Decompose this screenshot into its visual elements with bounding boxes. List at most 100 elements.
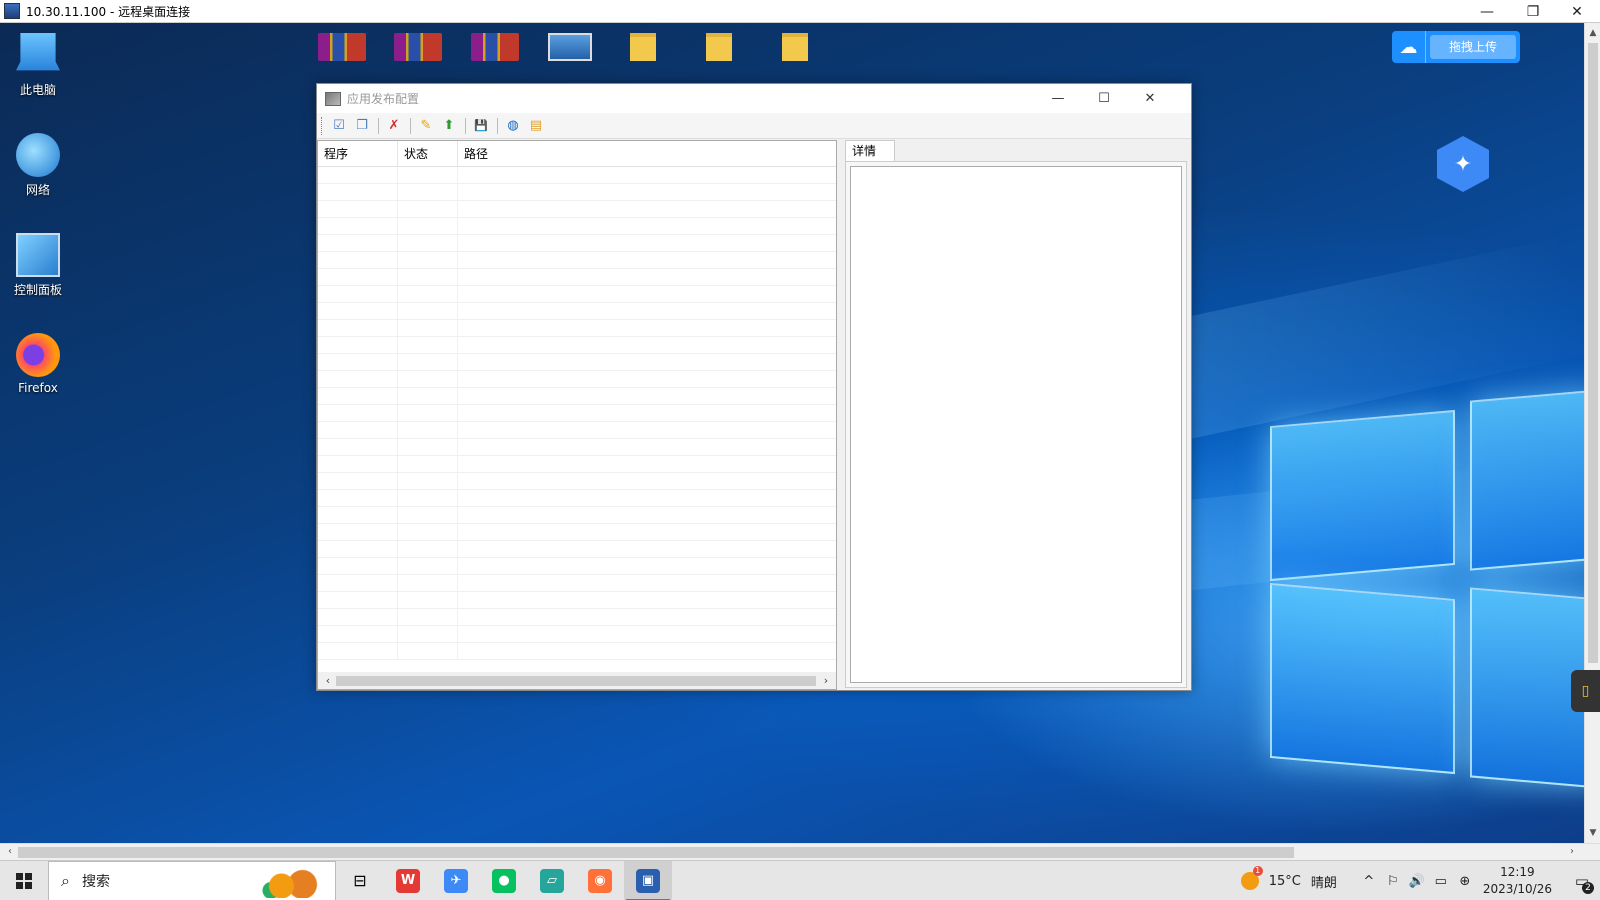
table-row[interactable] xyxy=(318,643,836,660)
column-header-path[interactable]: 路径 xyxy=(458,141,836,167)
table-row[interactable] xyxy=(318,354,836,371)
table-row[interactable] xyxy=(318,184,836,201)
table-row[interactable] xyxy=(318,303,836,320)
column-header-program[interactable]: 程序 xyxy=(318,141,398,167)
table-row[interactable] xyxy=(318,218,836,235)
winrar-archive-icon[interactable] xyxy=(394,33,442,61)
start-button[interactable] xyxy=(0,861,48,900)
language-globe-icon[interactable]: ⊕ xyxy=(1453,874,1477,889)
edit-icon[interactable]: ✎ xyxy=(415,116,437,136)
save-icon[interactable]: 💾 xyxy=(470,116,492,136)
table-row[interactable] xyxy=(318,337,836,354)
battery-icon[interactable]: ▭ xyxy=(1429,874,1453,889)
detail-content-area[interactable] xyxy=(850,166,1182,683)
delete-icon[interactable]: ✗ xyxy=(383,116,405,136)
table-row[interactable] xyxy=(318,626,836,643)
table-row[interactable] xyxy=(318,405,836,422)
taskbar-app-wechat[interactable]: ● xyxy=(480,861,528,900)
table-row[interactable] xyxy=(318,609,836,626)
desktop-icon-control-panel[interactable]: 控制面板 xyxy=(0,233,76,298)
tab-details[interactable]: 详情 xyxy=(845,140,895,162)
table-row[interactable] xyxy=(318,235,836,252)
scrollbar-thumb[interactable] xyxy=(18,847,1294,858)
table-row[interactable] xyxy=(318,269,836,286)
column-header-status[interactable]: 状态 xyxy=(398,141,458,167)
table-row[interactable] xyxy=(318,541,836,558)
table-row[interactable] xyxy=(318,575,836,592)
table-row[interactable] xyxy=(318,201,836,218)
scrollbar-thumb[interactable] xyxy=(336,676,816,686)
computer-shortcut-icon[interactable] xyxy=(548,33,592,61)
cloud-icon: ☁ xyxy=(1392,31,1426,63)
desktop-icon-network[interactable]: 网络 xyxy=(0,133,76,198)
table-row[interactable] xyxy=(318,371,836,388)
taskbar-app-wps[interactable]: W xyxy=(384,861,432,900)
table-row[interactable] xyxy=(318,558,836,575)
window-maximize-button[interactable]: ☐ xyxy=(1081,84,1127,113)
table-row[interactable] xyxy=(318,490,836,507)
scroll-right-arrow-icon[interactable]: › xyxy=(1564,844,1580,860)
globe-icon[interactable]: ◍ xyxy=(502,116,524,136)
taskbar-app-notes[interactable]: ▱ xyxy=(528,861,576,900)
taskbar-app-remote-desktop[interactable]: ▣ xyxy=(624,860,672,900)
new-item-icon[interactable]: ☑ xyxy=(328,116,350,136)
table-row[interactable] xyxy=(318,252,836,269)
folder-icon[interactable] xyxy=(630,33,656,61)
table-cell xyxy=(458,184,836,201)
table-row[interactable] xyxy=(318,422,836,439)
taskbar-clock[interactable]: 12:19 2023/10/26 xyxy=(1483,864,1552,898)
winrar-archive-icon[interactable] xyxy=(471,33,519,61)
table-cell xyxy=(458,167,836,184)
rdp-vertical-scrollbar[interactable]: ▲ ▼ xyxy=(1584,23,1600,843)
table-cell xyxy=(318,507,398,524)
upload-arrow-icon[interactable]: ⬆ xyxy=(438,116,460,136)
window-minimize-button[interactable]: — xyxy=(1035,84,1081,113)
table-row[interactable] xyxy=(318,167,836,184)
scroll-down-arrow-icon[interactable]: ▼ xyxy=(1585,825,1600,841)
weather-widget[interactable]: 15°C 晴朗 xyxy=(1240,866,1337,891)
export-icon[interactable]: ▤ xyxy=(525,116,547,136)
taskbar-search-box[interactable]: ⌕ 搜索 xyxy=(48,860,336,900)
scroll-left-arrow-icon[interactable]: ‹ xyxy=(2,844,18,860)
desktop-icon-this-pc[interactable]: 此电脑 xyxy=(0,33,76,98)
volume-icon[interactable]: 🔊 xyxy=(1405,874,1429,889)
rdp-restore-button[interactable]: ❐ xyxy=(1510,0,1556,23)
table-row[interactable] xyxy=(318,473,836,490)
table-row[interactable] xyxy=(318,456,836,473)
rdp-close-button[interactable]: ✕ xyxy=(1554,0,1600,23)
scroll-right-arrow-icon[interactable]: › xyxy=(818,672,834,689)
folder-icon[interactable] xyxy=(782,33,808,61)
scroll-left-arrow-icon[interactable]: ‹ xyxy=(320,672,336,689)
notification-center-button[interactable]: ▭ 2 xyxy=(1564,872,1600,894)
network-status-icon[interactable]: ⚐ xyxy=(1381,874,1405,889)
table-row[interactable] xyxy=(318,592,836,609)
taskbar-pinned-apps: W ✈ ● ▱ ◉ ▣ xyxy=(384,860,672,900)
rdp-horizontal-scrollbar[interactable]: ‹ › xyxy=(0,843,1600,860)
table-cell xyxy=(318,371,398,388)
list-horizontal-scrollbar[interactable]: ‹ › xyxy=(318,672,836,689)
winrar-archive-icon[interactable] xyxy=(318,33,366,61)
table-row[interactable] xyxy=(318,524,836,541)
task-view-button[interactable]: ⊟ xyxy=(336,861,384,900)
table-row[interactable] xyxy=(318,507,836,524)
wallpaper-window-pane xyxy=(1470,389,1584,571)
program-list[interactable]: 程序 状态 路径 ‹ › xyxy=(317,140,837,690)
desktop-icon-firefox[interactable]: Firefox xyxy=(0,333,76,395)
scrollbar-thumb[interactable] xyxy=(1588,43,1598,663)
table-cell xyxy=(318,473,398,490)
table-row[interactable] xyxy=(318,320,836,337)
table-row[interactable] xyxy=(318,439,836,456)
taskbar-app-firefox[interactable]: ◉ xyxy=(576,861,624,900)
feishu-floating-icon[interactable]: ✦ xyxy=(1437,136,1489,192)
window-close-button[interactable]: ✕ xyxy=(1127,84,1173,113)
side-drawer-tab[interactable]: ▯ xyxy=(1571,670,1600,712)
drag-upload-button[interactable]: ☁ 拖拽上传 xyxy=(1392,31,1520,63)
copy-icon[interactable]: ❐ xyxy=(351,116,373,136)
folder-icon[interactable] xyxy=(706,33,732,61)
taskbar-app-feishu[interactable]: ✈ xyxy=(432,861,480,900)
table-row[interactable] xyxy=(318,286,836,303)
scroll-up-arrow-icon[interactable]: ▲ xyxy=(1585,25,1600,41)
show-hidden-icons-chevron-icon[interactable]: ^ xyxy=(1357,874,1381,889)
table-row[interactable] xyxy=(318,388,836,405)
rdp-minimize-button[interactable]: — xyxy=(1464,0,1510,23)
